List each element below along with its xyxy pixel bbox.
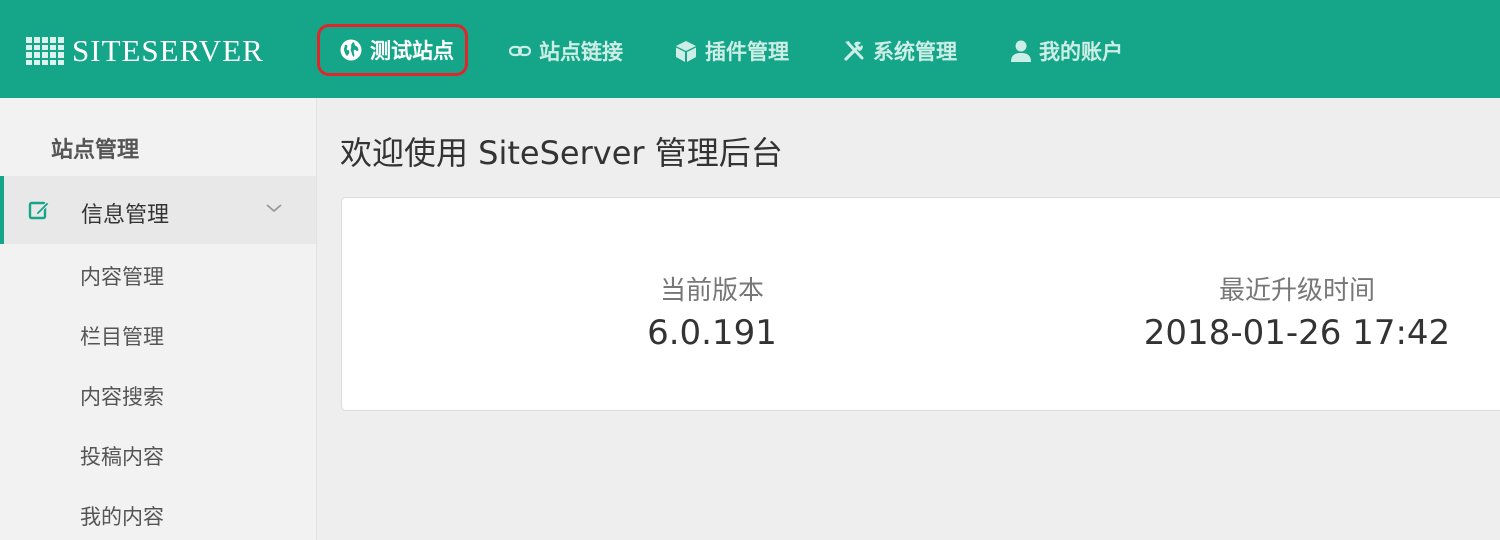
globe-icon	[340, 39, 362, 61]
sidebar-item-channel-management[interactable]: 栏目管理	[80, 321, 164, 351]
nav-my-account[interactable]: 我的账户	[1010, 26, 1123, 76]
last-upgrade-value: 2018-01-26 17:42	[1143, 313, 1451, 353]
sidebar-group-info-management[interactable]: 信息管理	[0, 176, 316, 244]
nav-item-label: 站点链接	[539, 40, 623, 64]
top-navbar: SITESERVER 测试站点 站点链接 插件管理 系统管理 我的账户	[0, 0, 1500, 98]
last-upgrade-label: 最近升级时间	[1218, 276, 1375, 306]
sidebar-item-my-content[interactable]: 我的内容	[80, 501, 164, 531]
sidebar: 站点管理 信息管理 内容管理 栏目管理 内容搜索 投稿内容 我的内容	[0, 98, 317, 540]
nav-item-label: 测试站点	[370, 39, 454, 63]
link-icon	[508, 45, 532, 57]
logo[interactable]: SITESERVER	[26, 33, 264, 68]
nav-item-label: 我的账户	[1039, 40, 1123, 64]
tools-icon	[844, 41, 864, 61]
sidebar-group-label: 信息管理	[81, 203, 170, 228]
sidebar-item-submitted-content[interactable]: 投稿内容	[80, 441, 164, 471]
sidebar-item-content-management[interactable]: 内容管理	[80, 261, 164, 291]
user-icon	[1011, 40, 1031, 62]
nav-plugin-management[interactable]: 插件管理	[674, 26, 789, 76]
nav-site-links[interactable]: 站点链接	[508, 26, 623, 76]
version-info-panel: 当前版本 6.0.191 最近升级时间 2018-01-26 17:42	[341, 197, 1500, 411]
last-upgrade-stat: 最近升级时间 2018-01-26 17:42	[1142, 270, 1452, 353]
edit-icon	[28, 201, 50, 220]
sidebar-item-content-search[interactable]: 内容搜索	[80, 381, 164, 411]
current-version-value: 6.0.191	[647, 313, 777, 353]
current-version-stat: 当前版本 6.0.191	[612, 270, 812, 353]
cube-icon	[676, 41, 696, 62]
logo-text: SITESERVER	[72, 33, 264, 68]
sidebar-header: 站点管理	[51, 138, 140, 163]
page-title: 欢迎使用 SiteServer 管理后台	[340, 134, 783, 172]
current-version-label: 当前版本	[659, 276, 764, 306]
chevron-down-icon	[266, 204, 282, 213]
nav-item-label: 插件管理	[705, 40, 789, 64]
nav-system-management[interactable]: 系统管理	[842, 26, 957, 76]
nav-test-site[interactable]: 测试站点	[317, 24, 468, 76]
nav-item-label: 系统管理	[873, 40, 957, 64]
logo-grid-icon	[26, 37, 64, 65]
